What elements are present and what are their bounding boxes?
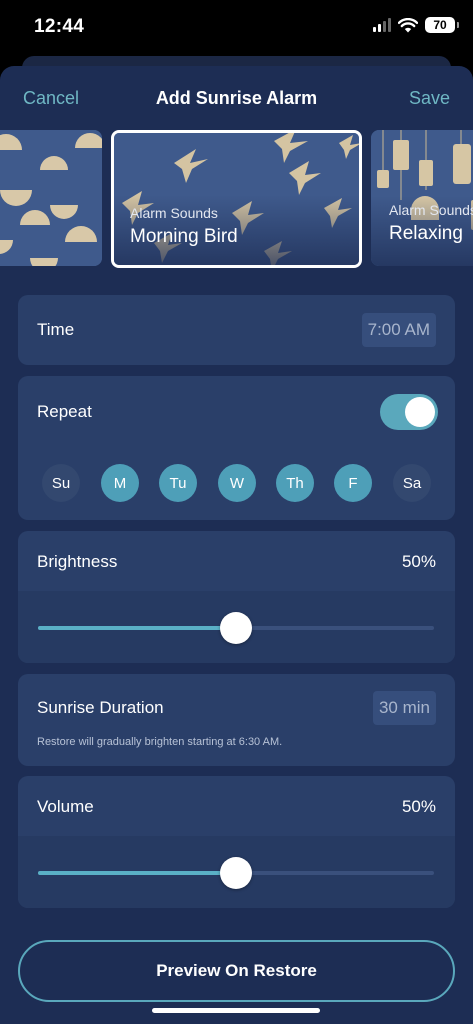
sound-category: Alarm Sounds (389, 202, 473, 218)
brightness-slider-area (18, 591, 455, 663)
alarm-sound-carousel[interactable]: Alarm Sounds Morning Bird Alarm Sounds R… (0, 130, 473, 270)
volume-slider[interactable] (38, 857, 434, 889)
sunrise-duration-value[interactable]: 30 min (372, 691, 436, 725)
sunrise-duration-label: Sunrise Duration (37, 698, 164, 717)
preview-on-restore-button[interactable]: Preview On Restore (18, 940, 455, 1002)
day-button-w[interactable]: W (218, 464, 256, 502)
volume-label: Volume (37, 797, 94, 816)
time-row[interactable]: Time 7:00 AM (18, 295, 455, 365)
sound-card-selected[interactable]: Alarm Sounds Morning Bird (111, 130, 362, 268)
sound-name: Morning Bird (130, 226, 238, 247)
sound-category: Alarm Sounds (130, 205, 218, 221)
sound-name: Relaxing (389, 223, 463, 244)
status-time: 12:44 (34, 16, 85, 37)
time-value[interactable]: 7:00 AM (361, 313, 436, 347)
repeat-label: Repeat (37, 402, 92, 421)
brightness-value: 50% (401, 552, 436, 571)
status-bar: 12:44 70 (0, 0, 473, 56)
page-title: Add Sunrise Alarm (155, 88, 318, 108)
day-button-m[interactable]: M (101, 464, 139, 502)
add-alarm-sheet: Cancel Add Sunrise Alarm Save Alarm Soun… (0, 66, 473, 1024)
volume-slider-area (18, 836, 455, 908)
weekday-selector: Su M Tu W Th F Sa (18, 464, 455, 502)
sunrise-duration-panel[interactable]: Sunrise Duration 30 min Restore will gra… (18, 674, 455, 766)
day-button-th[interactable]: Th (276, 464, 314, 502)
brightness-panel: Brightness 50% (18, 531, 455, 663)
day-button-f[interactable]: F (334, 464, 372, 502)
save-button[interactable]: Save (409, 88, 450, 109)
day-button-tu[interactable]: Tu (159, 464, 197, 502)
toggle-knob (405, 397, 435, 427)
volume-value: 50% (401, 797, 436, 816)
sound-card[interactable] (0, 130, 102, 266)
nav-bar: Cancel Add Sunrise Alarm Save (0, 66, 473, 130)
brightness-label: Brightness (37, 552, 118, 571)
brightness-slider-thumb[interactable] (220, 612, 252, 644)
wifi-icon (398, 17, 418, 33)
status-icons: 70 (373, 17, 459, 33)
brightness-slider[interactable] (38, 612, 434, 644)
battery-level: 70 (433, 18, 447, 32)
cellular-signal-icon (373, 18, 391, 32)
time-label: Time (37, 320, 75, 339)
sound-card[interactable]: Alarm Sounds Relaxing (371, 130, 473, 266)
repeat-panel: Repeat Su M Tu W Th F Sa (18, 376, 455, 520)
half-moon-pattern-image (0, 130, 102, 266)
home-indicator[interactable] (152, 1008, 320, 1013)
repeat-toggle[interactable] (380, 394, 438, 430)
volume-panel: Volume 50% (18, 776, 455, 908)
battery-icon: 70 (425, 17, 459, 33)
day-button-sa[interactable]: Sa (393, 464, 431, 502)
brightness-slider-fill (38, 626, 236, 630)
volume-slider-fill (38, 871, 236, 875)
sunrise-duration-hint: Restore will gradually brighten starting… (37, 736, 283, 748)
day-button-su[interactable]: Su (42, 464, 80, 502)
volume-slider-thumb[interactable] (220, 857, 252, 889)
